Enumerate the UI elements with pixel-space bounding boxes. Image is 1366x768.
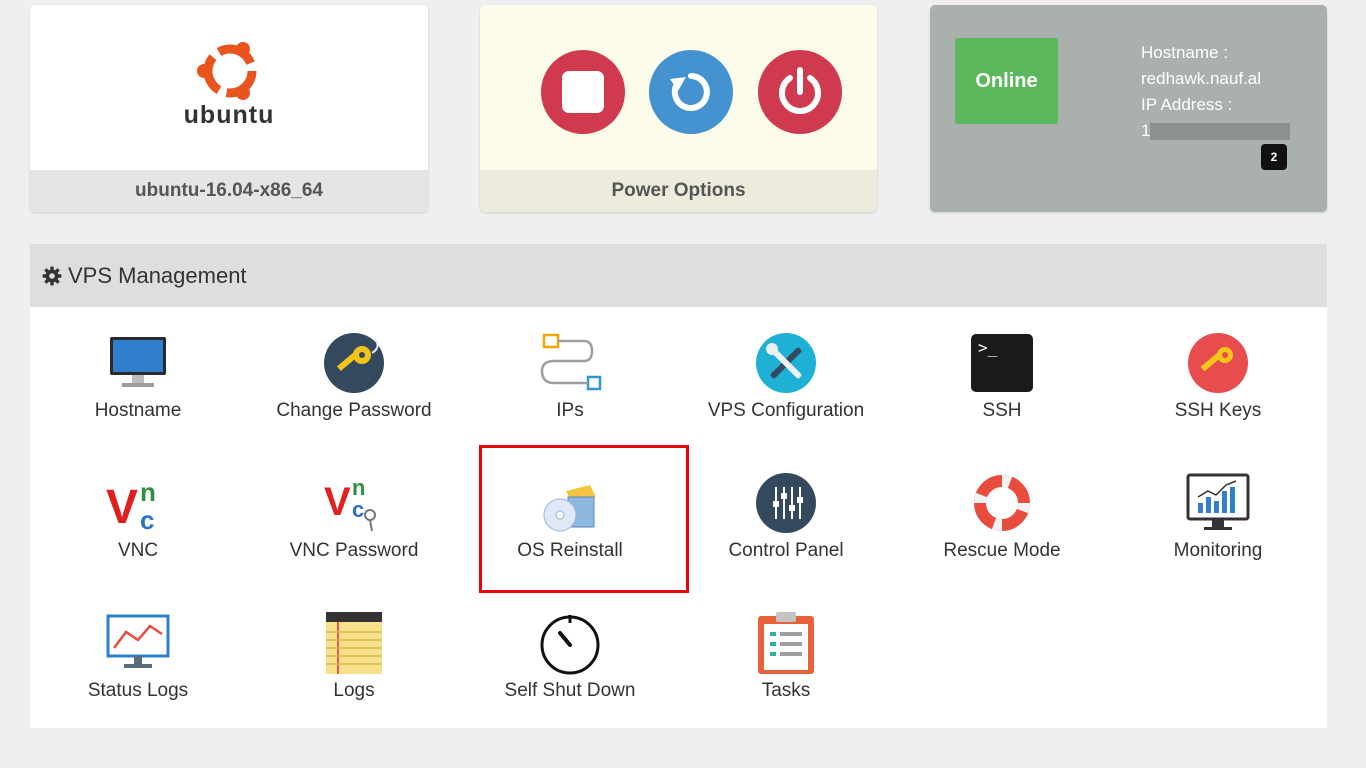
ip-redaction — [1150, 123, 1291, 141]
stop-icon — [562, 71, 604, 113]
os-logo-text: ubuntu — [183, 101, 275, 129]
tile-tasks[interactable]: Tasks — [678, 608, 894, 748]
power-options-label: Power Options — [480, 170, 877, 212]
tile-label: Rescue Mode — [943, 540, 1061, 561]
key-icon — [324, 333, 384, 393]
tile-ips[interactable]: IPs — [462, 328, 678, 468]
svg-text:V: V — [324, 480, 351, 524]
hostname-label: Hostname : — [1141, 43, 1228, 62]
tile-label: Hostname — [94, 400, 182, 421]
tile-label: Logs — [333, 680, 375, 701]
svg-text:>_: >_ — [978, 338, 998, 357]
ip-value: 1 — [1141, 118, 1291, 144]
monitor-icon — [110, 337, 166, 387]
tile-label: Status Logs — [87, 680, 189, 701]
tile-label: Change Password — [276, 400, 432, 421]
tile-label: Control Panel — [728, 540, 844, 561]
status-card: Online Hostname : redhawk.nauf.al IP Add… — [930, 5, 1327, 212]
restart-icon — [670, 73, 710, 111]
tile-label: VPS Configuration — [707, 400, 865, 421]
svg-text:n: n — [140, 477, 156, 507]
tile-label: VNC Password — [289, 540, 419, 561]
tile-vnc[interactable]: V n c VNC — [30, 468, 246, 608]
tile-label: VNC — [117, 540, 159, 561]
tile-label: Tasks — [761, 680, 811, 701]
vnc-password-icon: V n c — [324, 475, 376, 532]
ip-label: IP Address : — [1141, 95, 1233, 114]
tile-label: SSH — [982, 400, 1022, 421]
panel-title: VPS Management — [68, 262, 247, 288]
tile-os-reinstall[interactable]: OS Reinstall — [462, 468, 678, 608]
tile-ssh[interactable]: >_ SSH — [894, 328, 1110, 468]
gear-icon — [42, 266, 62, 286]
clipboard-icon — [758, 612, 814, 674]
tile-logs[interactable]: Logs — [246, 608, 462, 748]
vps-management-panel: VPS Management Hostname Change Password … — [30, 244, 1327, 728]
online-status-badge: Online — [955, 38, 1058, 124]
panel-header: VPS Management — [30, 244, 1327, 307]
restart-button[interactable] — [649, 50, 733, 134]
tile-change-password[interactable]: Change Password — [246, 328, 462, 468]
tile-label: OS Reinstall — [517, 540, 623, 561]
terminal-icon: >_ — [971, 334, 1033, 392]
svg-text:V: V — [106, 481, 138, 533]
ip-count-badge: 2 — [1261, 144, 1287, 170]
power-off-icon — [779, 67, 821, 114]
os-card: ubuntu ubuntu-16.04-x86_64 — [30, 5, 428, 212]
power-card: Power Options — [480, 5, 877, 212]
os-label: ubuntu-16.04-x86_64 — [30, 170, 428, 212]
lifebuoy-icon — [973, 474, 1031, 532]
os-reinstall-icon — [543, 485, 596, 532]
tile-vps-configuration[interactable]: VPS Configuration — [678, 328, 894, 468]
power-off-button[interactable] — [758, 50, 842, 134]
status-chart-icon — [106, 614, 170, 668]
tile-label: SSH Keys — [1174, 400, 1262, 421]
tile-vnc-password[interactable]: V n c VNC Password — [246, 468, 462, 608]
ip-value-prefix: 1 — [1141, 121, 1151, 140]
stop-button[interactable] — [541, 50, 625, 134]
hostname-value: redhawk.nauf.al — [1141, 69, 1262, 88]
tile-control-panel[interactable]: Control Panel — [678, 468, 894, 608]
tile-label: Monitoring — [1173, 540, 1263, 561]
tile-self-shut-down[interactable]: Self Shut Down — [462, 608, 678, 748]
network-icon — [540, 333, 602, 391]
tile-rescue-mode[interactable]: Rescue Mode — [894, 468, 1110, 608]
tile-label: Self Shut Down — [504, 680, 636, 701]
tile-status-logs[interactable]: Status Logs — [30, 608, 246, 748]
tools-icon — [756, 333, 816, 393]
svg-text:c: c — [140, 505, 154, 533]
tile-hostname[interactable]: Hostname — [30, 328, 246, 468]
tile-monitoring[interactable]: Monitoring — [1110, 468, 1326, 608]
ssh-key-icon — [1188, 333, 1248, 393]
vnc-icon: V n c — [106, 477, 156, 533]
tile-ssh-keys[interactable]: SSH Keys — [1110, 328, 1326, 468]
notepad-icon — [326, 612, 382, 674]
timer-icon — [540, 615, 600, 675]
monitoring-icon — [1186, 473, 1250, 530]
sliders-icon — [756, 473, 816, 533]
svg-text:c: c — [352, 497, 364, 522]
tile-label: IPs — [556, 400, 584, 421]
server-info: Hostname : redhawk.nauf.al IP Address : … — [1141, 40, 1291, 144]
